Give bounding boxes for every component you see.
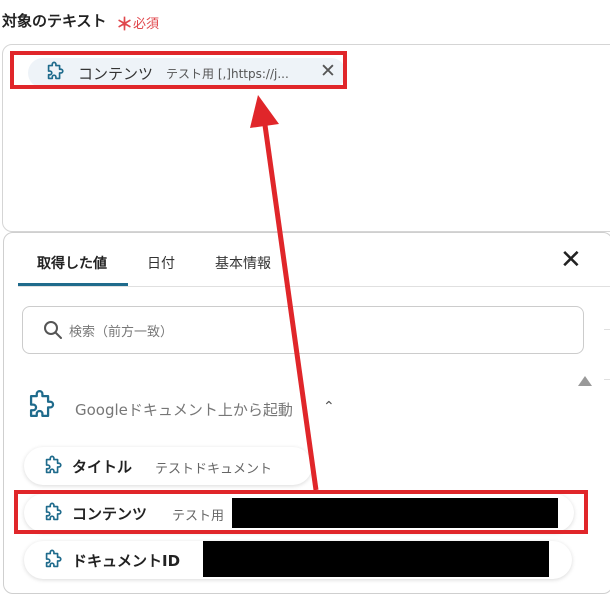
divider — [604, 329, 610, 330]
active-tab-indicator — [18, 283, 128, 286]
item-highlight-box — [14, 490, 588, 534]
list-item-title[interactable]: タイトル テストドキュメント — [24, 447, 312, 485]
value-picker-panel: 取得した値 日付 基本情報 ✕ 検索（前方一致） Googleドキュメント上から… — [3, 232, 610, 594]
puzzle-icon — [42, 549, 64, 571]
field-label: 対象のテキスト — [2, 12, 107, 30]
puzzle-icon — [42, 455, 64, 477]
required-label: 必須 — [133, 17, 160, 32]
tab-date[interactable]: 日付 — [147, 253, 175, 273]
required-star: ＊ — [116, 15, 133, 35]
chevron-up-icon[interactable]: ⌃ — [323, 399, 335, 415]
puzzle-icon — [24, 389, 58, 423]
item-sublabel: テストドキュメント — [155, 462, 273, 477]
divider — [604, 379, 610, 380]
search-icon — [43, 320, 63, 344]
search-input[interactable]: 検索（前方一致） — [22, 306, 584, 354]
group-title[interactable]: Googleドキュメント上から起動 — [75, 399, 293, 420]
tab-retrieved-values[interactable]: 取得した値 — [37, 253, 107, 273]
item-label: タイトル — [72, 458, 133, 476]
redacted-value — [203, 541, 549, 577]
search-placeholder: 検索（前方一致） — [69, 325, 174, 340]
chip-highlight-box — [10, 51, 347, 89]
scroll-up-arrow[interactable] — [578, 376, 592, 386]
tabs-divider — [18, 286, 610, 287]
tab-basic-info[interactable]: 基本情報 — [215, 253, 271, 273]
close-icon[interactable]: ✕ — [560, 245, 582, 275]
item-label: ドキュメントID — [72, 552, 181, 570]
